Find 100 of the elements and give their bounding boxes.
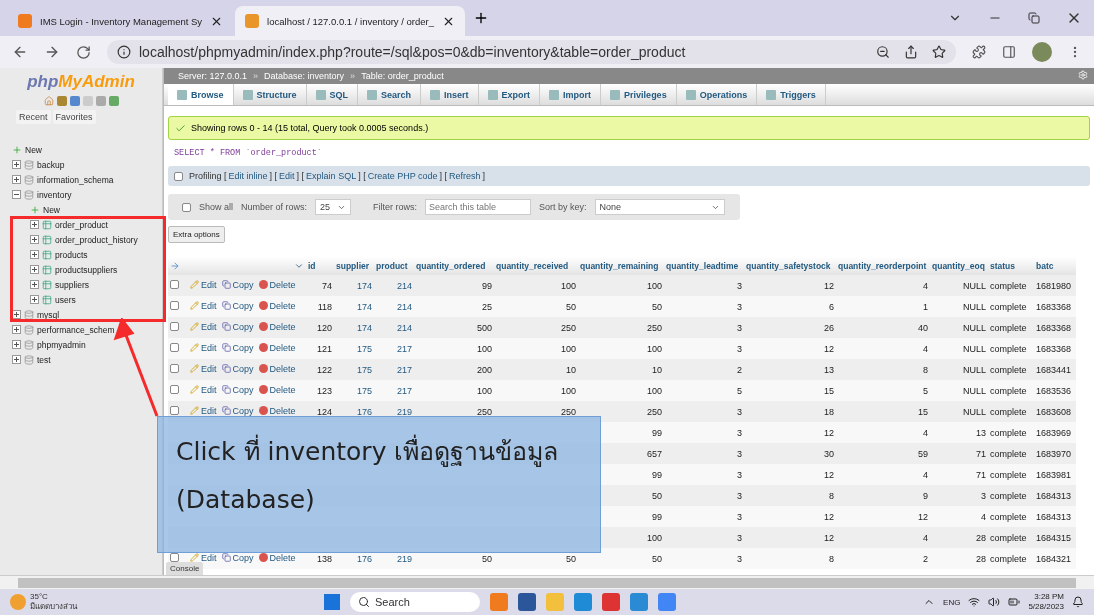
link[interactable]: Explain SQL	[306, 171, 357, 181]
row-action-link[interactable]: Delete	[258, 405, 296, 416]
checkbox[interactable]	[170, 385, 179, 394]
breadcrumb-link[interactable]: Database: inventory	[264, 71, 345, 81]
rows-select[interactable]: 25	[315, 199, 352, 215]
expand-toggle[interactable]	[12, 310, 21, 319]
tree-item[interactable]: test	[37, 354, 51, 365]
row-action-link[interactable]: Copy	[221, 405, 254, 416]
row-action-link[interactable]: Copy	[221, 300, 254, 311]
browser-tab[interactable]: IMS Login - Inventory Management Sy	[8, 6, 234, 36]
taskbar-app-icon[interactable]	[658, 593, 677, 611]
expand-toggle[interactable]	[30, 250, 39, 259]
taskbar-app-icon[interactable]	[518, 593, 537, 611]
tree-item[interactable]: New	[43, 204, 60, 215]
avatar[interactable]	[1032, 42, 1052, 62]
row-action-link[interactable]: Edit	[190, 405, 217, 416]
taskbar-app-icon[interactable]	[630, 593, 649, 611]
tab[interactable]: Structure	[233, 84, 307, 105]
toolbar-icon[interactable]	[108, 96, 119, 106]
row-action-link[interactable]: Edit	[190, 552, 217, 563]
expand-toggle[interactable]	[30, 235, 39, 244]
column-header[interactable]: quantity_safetystock	[744, 257, 836, 275]
expand-toggle[interactable]	[12, 355, 21, 364]
column-header[interactable]: quantity_reorderpoint	[836, 257, 930, 275]
checkbox[interactable]	[170, 280, 179, 289]
row-action-link[interactable]: Copy	[221, 384, 254, 395]
tree-item[interactable]: suppliers	[55, 279, 90, 290]
tree-item[interactable]: inventory	[37, 189, 72, 200]
row-action-link[interactable]: Copy	[221, 321, 254, 332]
filter-field[interactable]: Search this table	[425, 199, 532, 215]
tree-item[interactable]: backup	[37, 159, 65, 170]
checkbox[interactable]	[170, 322, 179, 331]
link[interactable]: Edit inline	[228, 171, 268, 181]
toolbar-icon[interactable]	[56, 96, 67, 106]
row-action-link[interactable]: Edit	[190, 342, 217, 353]
breadcrumb-link[interactable]: Table: order_product	[361, 71, 444, 81]
link[interactable]: Create PHP code	[367, 171, 438, 181]
column-header[interactable]: id	[306, 257, 334, 275]
row-action-link[interactable]: Delete	[258, 342, 296, 353]
checkbox[interactable]	[170, 406, 179, 415]
tab[interactable]: Search	[358, 84, 422, 105]
expand-toggle[interactable]	[12, 175, 21, 184]
row-action-link[interactable]: Delete	[258, 300, 296, 311]
tree-item[interactable]: productsuppliers	[55, 264, 118, 275]
link[interactable]: Refresh	[449, 171, 481, 181]
expand-toggle[interactable]	[30, 280, 39, 289]
row-action-link[interactable]: Delete	[258, 321, 296, 332]
taskbar-search[interactable]: Search	[350, 592, 481, 612]
tree-item[interactable]: information_schema	[37, 174, 114, 185]
tab[interactable]: Import	[540, 84, 602, 105]
expand-toggle[interactable]	[30, 295, 39, 304]
extra-options-button[interactable]: Extra options	[168, 226, 225, 243]
sort-select[interactable]: None	[594, 199, 725, 215]
row-action-link[interactable]: Copy	[221, 342, 254, 353]
row-action-link[interactable]: Copy	[221, 279, 254, 290]
expand-toggle[interactable]	[12, 160, 21, 169]
tree-item[interactable]: products	[55, 249, 88, 260]
tree-item[interactable]: mysql	[37, 309, 60, 320]
checkbox[interactable]	[182, 202, 191, 212]
toolbar-icon[interactable]	[95, 96, 106, 106]
expand-toggle[interactable]	[30, 265, 39, 274]
row-action-link[interactable]: Copy	[221, 363, 254, 374]
expand-toggle[interactable]	[12, 340, 21, 349]
tab[interactable]: Operations	[676, 84, 758, 105]
expand-toggle[interactable]	[30, 220, 39, 229]
tree-item[interactable]: order_product	[55, 219, 108, 230]
checkbox[interactable]	[170, 364, 179, 373]
tab[interactable]: Export	[478, 84, 541, 105]
tab[interactable]: Privileges	[601, 84, 677, 105]
checkbox[interactable]	[174, 171, 183, 181]
column-header[interactable]: quantity_leadtime	[664, 257, 744, 275]
tab[interactable]: Insert	[421, 84, 479, 105]
console-tab[interactable]: Console	[166, 562, 204, 575]
column-header[interactable]: quantity_received	[494, 257, 578, 275]
checkbox[interactable]	[170, 343, 179, 352]
toolbar-icon[interactable]	[69, 96, 80, 106]
expand-toggle[interactable]	[12, 325, 21, 334]
column-header[interactable]: product	[374, 257, 414, 275]
row-action-link[interactable]: Edit	[190, 384, 217, 395]
row-action-link[interactable]: Delete	[258, 384, 296, 395]
column-header[interactable]: supplier	[334, 257, 374, 275]
tree-item[interactable]: New	[25, 144, 42, 155]
new-tab-icon[interactable]	[473, 10, 489, 26]
address-bar[interactable]: localhost/phpmyadmin/index.php?route=/sql&pos=0&db=inventory&table=order_product	[107, 40, 956, 64]
tab[interactable]: Browse	[168, 84, 234, 105]
tree-item[interactable]: phpmyadmin	[37, 339, 86, 350]
home-icon[interactable]	[43, 96, 54, 106]
column-header[interactable]: quantity_eoq	[930, 257, 988, 275]
row-action-link[interactable]: Edit	[190, 321, 217, 332]
sidebar-tab[interactable]: Favorites	[52, 110, 96, 124]
taskbar-app-icon[interactable]	[574, 593, 593, 611]
row-action-link[interactable]: Edit	[190, 279, 217, 290]
sidebar-tab[interactable]: Recent	[16, 110, 51, 124]
row-action-link[interactable]: Edit	[190, 363, 217, 374]
column-header[interactable]: batc	[1034, 257, 1076, 275]
row-action-link[interactable]: Edit	[190, 300, 217, 311]
start-icon[interactable]	[324, 594, 341, 610]
link[interactable]: Edit	[279, 171, 295, 181]
row-action-link[interactable]: Delete	[258, 363, 296, 374]
row-action-link[interactable]: Copy	[221, 552, 254, 563]
